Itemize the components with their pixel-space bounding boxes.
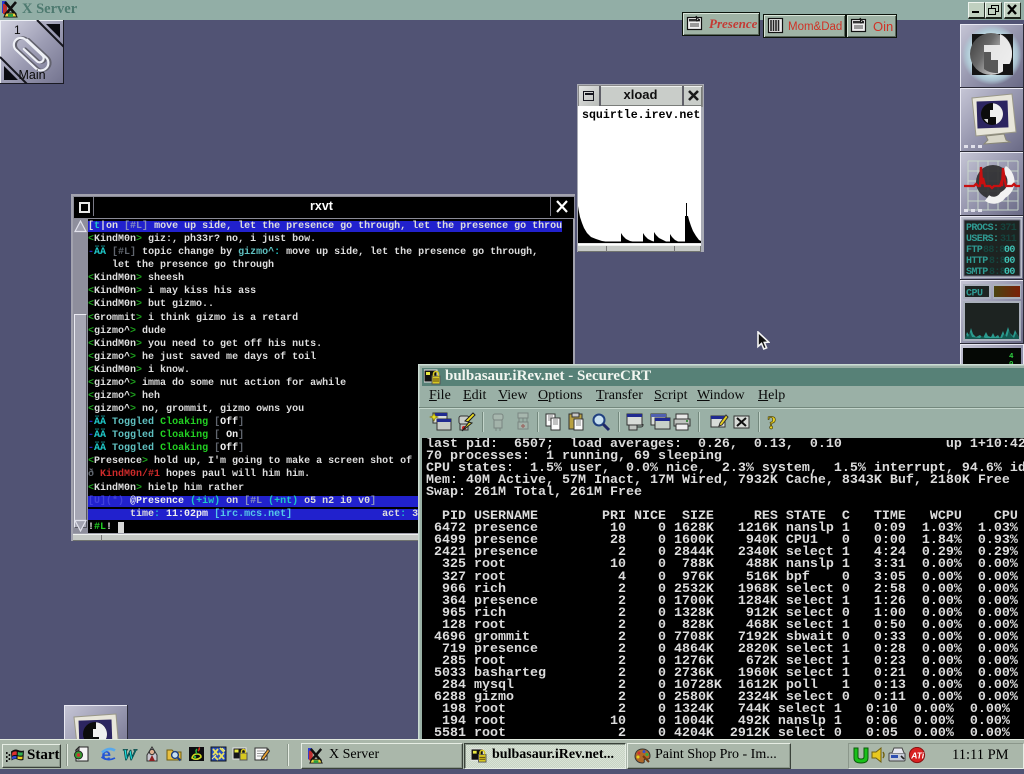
svg-text:W: W [122,747,138,764]
svg-text:311: 311 [1000,234,1017,245]
svg-text:ATi: ATi [910,751,925,761]
svg-text:SMTP: SMTP [966,267,988,278]
svg-text:?: ? [767,413,777,434]
svg-text:1: 1 [14,23,21,37]
svg-text:371: 371 [1000,223,1017,234]
svg-text:USERS:: USERS: [966,234,998,245]
svg-text:00: 00 [1004,267,1015,278]
svg-text:4: 4 [1009,353,1014,361]
svg-text:Main: Main [18,68,45,82]
svg-text:00: 00 [1004,245,1015,256]
svg-text:FTP: FTP [966,245,983,256]
svg-text:CPU: CPU [966,289,983,300]
svg-text:88:8: 88:8 [983,245,1005,256]
svg-text:HTTP: HTTP [966,256,988,267]
svg-text:00: 00 [1004,256,1015,267]
svg-text:PROCS:: PROCS: [966,223,998,234]
